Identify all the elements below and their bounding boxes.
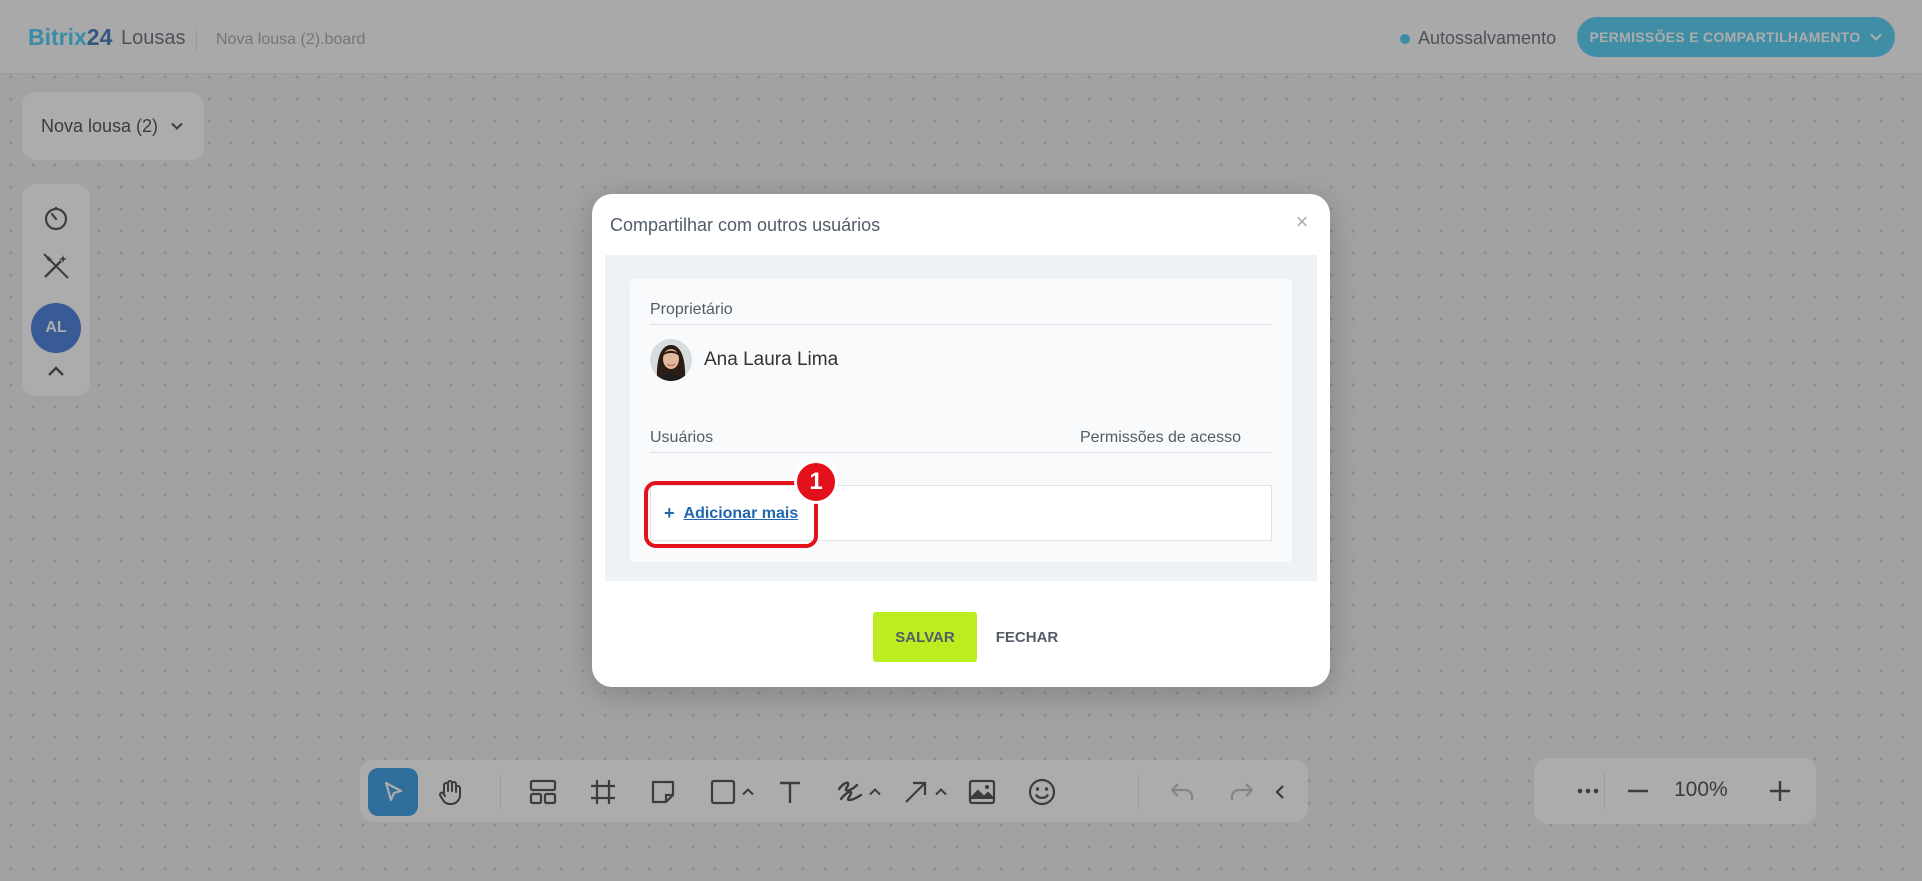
close-icon[interactable]: × (1290, 210, 1314, 234)
divider (650, 324, 1272, 325)
divider (650, 452, 1272, 453)
owner-section-label: Proprietário (650, 301, 733, 318)
owner-avatar (650, 339, 692, 381)
owner-name: Ana Laura Lima (704, 349, 839, 370)
users-section-label: Usuários (650, 429, 714, 446)
annotation-badge: 1 (794, 460, 838, 504)
share-dialog: Compartilhar com outros usuários × Propr… (592, 194, 1330, 687)
dialog-title: Compartilhar com outros usuários (610, 215, 881, 235)
close-button[interactable]: FECHAR (992, 612, 1062, 662)
save-button[interactable]: SALVAR (873, 612, 977, 662)
permissions-column-label: Permissões de acesso (1080, 429, 1241, 446)
annotation-highlight (644, 481, 818, 548)
